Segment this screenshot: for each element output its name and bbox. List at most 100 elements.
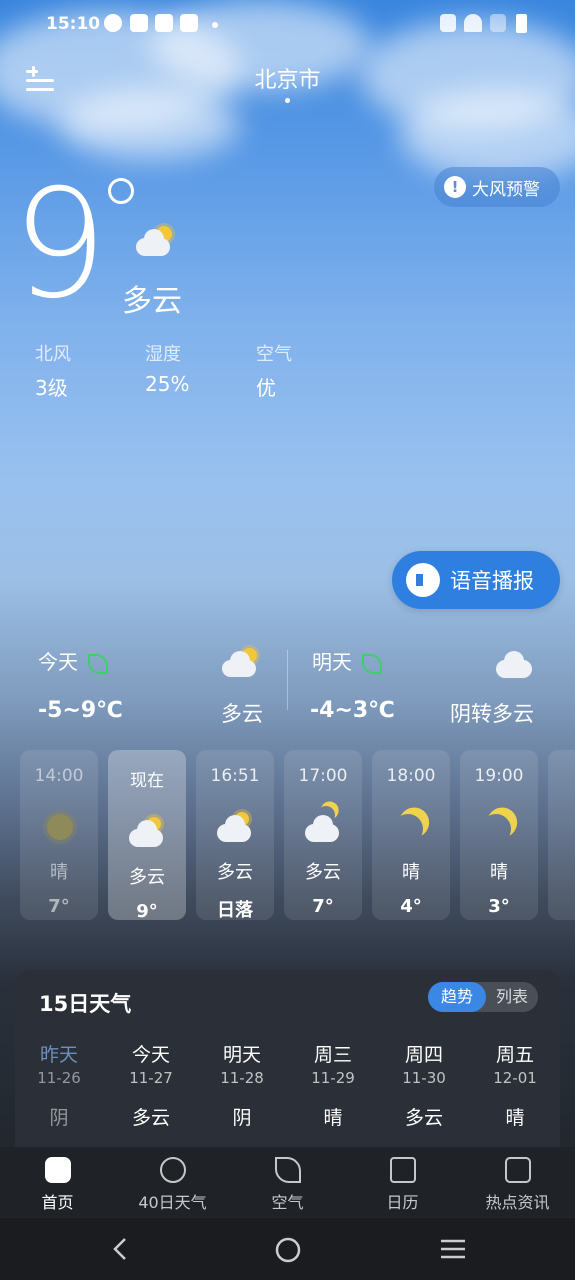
current-temperature: 9	[12, 158, 107, 332]
signal-icon	[490, 14, 506, 32]
forecast-15day-title: 15日天气	[39, 992, 132, 1016]
hour-value: 日落	[217, 900, 253, 921]
day-date: 11-27	[129, 1069, 173, 1087]
system-nav-bar	[0, 1218, 575, 1280]
hour-value: 7°	[312, 896, 334, 917]
day-name: 周四	[404, 1044, 443, 1066]
today-temp-range: -5~9℃	[38, 698, 123, 723]
view-toggle[interactable]: 趋势 列表	[428, 982, 538, 1012]
day-name: 周五	[495, 1044, 534, 1066]
battery-icon	[516, 14, 527, 33]
humidity-value: 25%	[145, 372, 190, 396]
shopping-bag-icon	[130, 14, 148, 32]
day-condition: 多云	[131, 1107, 170, 1129]
day-condition: 多云	[404, 1107, 443, 1129]
hourly-card-now[interactable]: 现在 多云 9°	[108, 750, 186, 922]
forecast-day[interactable]: 今天 11-27 多云	[111, 1040, 191, 1130]
trend-toggle[interactable]: 趋势	[428, 982, 486, 1012]
news-icon	[504, 1157, 531, 1183]
sun-icon	[39, 808, 79, 848]
tab-label: 空气	[271, 1193, 304, 1212]
day-date: 11-29	[311, 1069, 355, 1087]
air-info[interactable]: 空气 优	[256, 340, 292, 401]
tomorrow-label[interactable]: 明天	[312, 646, 382, 675]
tab-label: 热点资讯	[485, 1193, 550, 1212]
forecast-day[interactable]: 明天 11-28 阴	[202, 1040, 282, 1130]
humidity-label: 湿度	[145, 344, 181, 365]
voice-label: 语音播报	[450, 569, 534, 593]
today-text: 今天	[38, 650, 78, 674]
leaf-icon	[88, 653, 108, 674]
hour-value: 9°	[136, 901, 158, 922]
today-condition: 多云	[221, 702, 263, 726]
current-condition: 多云	[122, 284, 182, 319]
hour-time: 18:00	[386, 766, 436, 786]
tab-40day[interactable]: 40日天气	[115, 1157, 230, 1213]
tab-news[interactable]: 热点资讯	[460, 1157, 575, 1213]
forecast-15day-card: 15日天气 趋势 列表 昨天 11-26 阴 今天 11-27 多云 明天 11…	[15, 970, 560, 1170]
tab-label: 日历	[386, 1193, 419, 1212]
hour-value: 7°	[48, 896, 70, 917]
tab-label: 40日天气	[138, 1193, 207, 1212]
home-icon	[44, 1157, 71, 1183]
tomorrow-condition: 阴转多云	[450, 702, 534, 726]
vibrate-icon	[440, 14, 456, 32]
hour-condition: 晴	[490, 862, 508, 883]
list-toggle[interactable]: 列表	[496, 982, 528, 1012]
day-condition: 阴	[49, 1107, 69, 1129]
recents-icon[interactable]	[439, 1236, 467, 1262]
hourly-card[interactable]: 16:51 多云 日落	[196, 750, 274, 921]
home-button-icon[interactable]	[274, 1236, 302, 1264]
leaf-icon	[362, 653, 382, 674]
hour-time: 16:51	[210, 766, 260, 786]
wind-alert-button[interactable]: ! 大风预警	[434, 167, 560, 207]
degree-symbol	[108, 178, 134, 204]
city-name[interactable]: 北京市	[0, 62, 575, 94]
bottom-tab-bar: 首页 40日天气 空气 日历 热点资讯	[0, 1147, 575, 1217]
hourly-card[interactable]: 14:00 晴 7°	[20, 750, 98, 920]
notification-icon	[104, 14, 122, 32]
hour-value: 3°	[488, 896, 510, 917]
speaker-icon	[406, 563, 440, 597]
hour-time: 14:00	[34, 766, 84, 786]
hour-time: 19:00	[474, 766, 524, 786]
status-time: 15:10	[46, 14, 101, 34]
forecast-day[interactable]: 昨天 11-26 阴	[19, 1040, 99, 1130]
forecast-day[interactable]: 周五 12-01 晴	[475, 1040, 555, 1130]
tab-home[interactable]: 首页	[0, 1157, 115, 1213]
divider	[287, 650, 288, 710]
hour-condition: 多云	[305, 862, 341, 883]
hourly-card[interactable]: 17:00 多云 7°	[284, 750, 362, 920]
partly-cloudy-icon	[127, 813, 167, 853]
hourly-card[interactable]: 19:00 晴 3°	[460, 750, 538, 920]
partly-cloudy-icon	[220, 644, 264, 678]
wind-info: 北风 3级	[35, 340, 71, 401]
forecast-day[interactable]: 周四 11-30 多云	[384, 1040, 464, 1130]
day-name: 周三	[313, 1044, 352, 1066]
tab-calendar[interactable]: 日历	[345, 1157, 460, 1213]
air-label: 空气	[256, 344, 292, 365]
hourly-card-partial[interactable]	[548, 750, 575, 920]
leaf-icon	[274, 1157, 301, 1183]
shopping-bag-icon	[155, 14, 173, 32]
more-notifications-icon	[212, 22, 218, 28]
alert-icon: !	[444, 176, 466, 198]
hour-condition: 多云	[129, 867, 165, 888]
back-icon[interactable]	[108, 1236, 134, 1262]
voice-broadcast-button[interactable]: 语音播报	[392, 551, 560, 609]
wifi-icon	[464, 14, 482, 32]
day-date: 11-28	[220, 1069, 264, 1087]
day-condition: 阴	[232, 1107, 252, 1129]
page-indicator	[285, 98, 290, 103]
hour-condition: 晴	[50, 862, 68, 883]
day-date: 11-26	[37, 1069, 81, 1087]
forecast-day[interactable]: 周三 11-29 晴	[293, 1040, 373, 1130]
today-label[interactable]: 今天	[38, 646, 108, 675]
day-name: 明天	[222, 1044, 261, 1066]
partly-cloudy-icon	[134, 224, 178, 258]
humidity-info: 湿度 25%	[145, 340, 189, 396]
hourly-card[interactable]: 18:00 晴 4°	[372, 750, 450, 920]
day-name: 昨天	[39, 1044, 78, 1066]
day-condition: 晴	[323, 1107, 343, 1129]
tab-air[interactable]: 空气	[230, 1157, 345, 1213]
